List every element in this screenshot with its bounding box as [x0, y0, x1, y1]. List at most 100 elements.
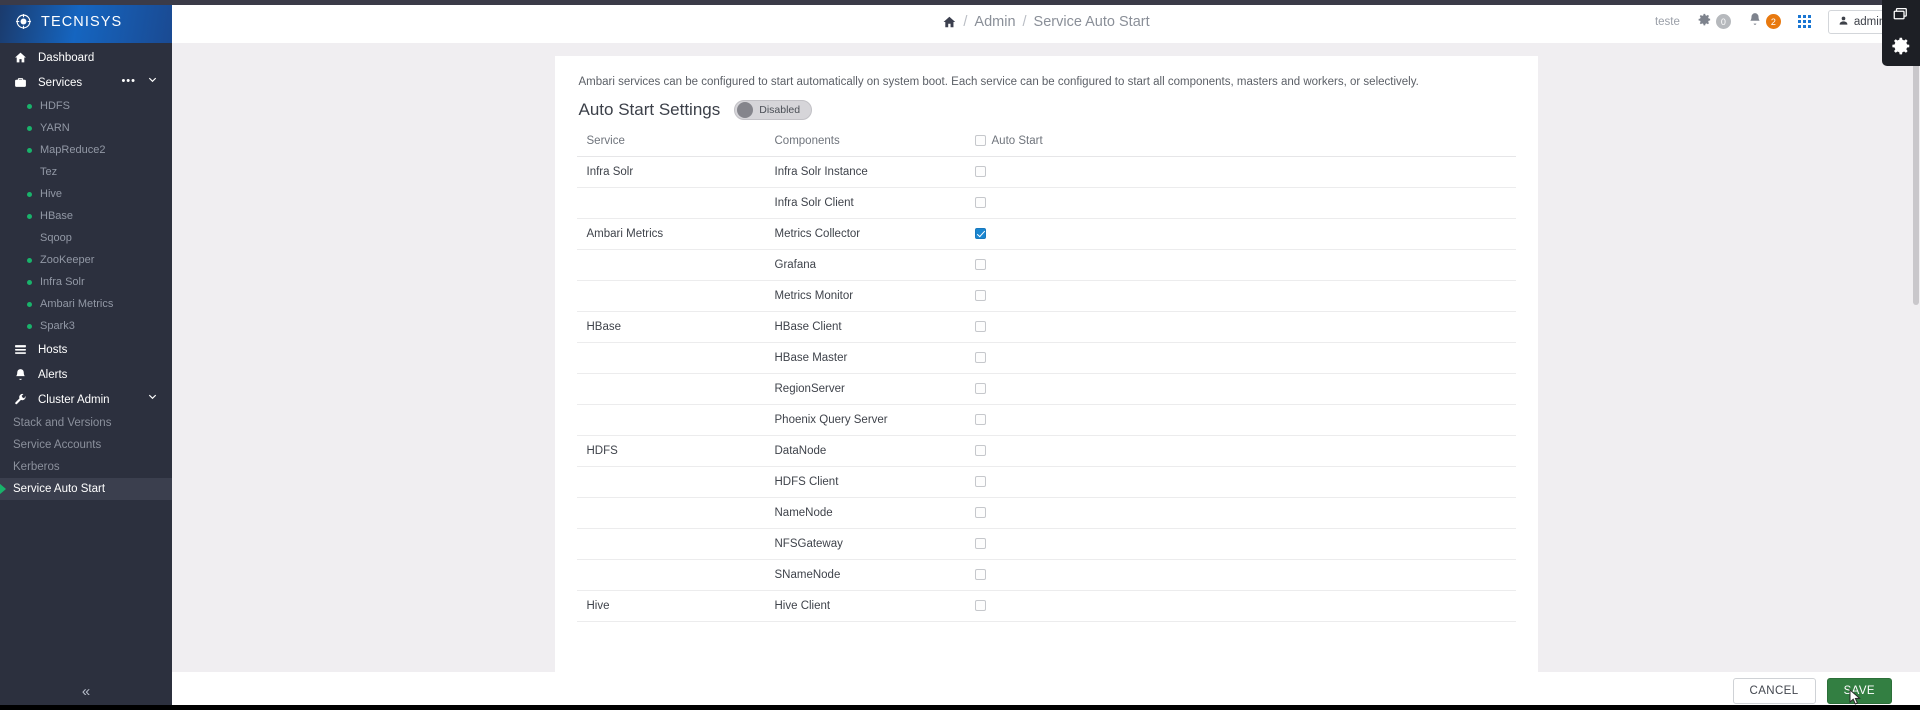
top-header: / Admin / Service Auto Start teste 0 2 a… [172, 0, 1920, 43]
sidebar-item-service-accounts[interactable]: Service Accounts [0, 434, 172, 456]
cell-service [576, 187, 765, 219]
auto-start-checkbox[interactable] [974, 290, 986, 302]
auto-start-checkbox[interactable] [974, 383, 986, 395]
brand-header[interactable]: TECNISYS [0, 0, 172, 43]
table-row: NameNode [576, 497, 1516, 529]
sidebar-service-hive[interactable]: Hive [0, 183, 172, 205]
sidebar-service-yarn[interactable]: YARN [0, 117, 172, 139]
gear-icon[interactable] [1890, 35, 1912, 57]
status-dot-icon [27, 279, 32, 285]
status-dot-icon [27, 103, 32, 109]
sidebar-item-alerts[interactable]: Alerts [0, 362, 172, 387]
window-top-bar [0, 0, 1920, 5]
page-title: Auto Start Settings [578, 100, 721, 119]
column-header-service: Service [576, 131, 765, 157]
sidebar-service-hbase[interactable]: HBase [0, 205, 172, 227]
sidebar-item-service-auto-start[interactable]: Service Auto Start [0, 478, 172, 500]
sidebar-service-zookeeper[interactable]: ZooKeeper [0, 249, 172, 271]
cell-component: NFSGateway [764, 528, 965, 560]
status-dot-icon [27, 257, 32, 263]
toggle-label: Disabled [759, 104, 801, 116]
cell-component: Infra Solr Instance [764, 156, 965, 188]
sidebar-service-hdfs[interactable]: HDFS [0, 95, 172, 117]
cell-auto-start [964, 466, 1395, 498]
content-scrollbar[interactable] [1912, 43, 1920, 672]
breadcrumb-admin[interactable]: Admin [974, 14, 1015, 30]
sidebar-item-services[interactable]: Services ••• [0, 70, 172, 95]
cancel-button[interactable]: CANCEL [1732, 678, 1816, 704]
auto-start-checkbox[interactable] [974, 600, 986, 612]
auto-start-checkbox[interactable] [974, 414, 986, 426]
wrench-icon [13, 393, 27, 407]
cell-service [576, 280, 765, 312]
cell-component: NameNode [764, 497, 965, 529]
sidebar-item-dashboard[interactable]: Dashboard [0, 45, 172, 70]
window-bottom-bar [0, 705, 1920, 710]
chevron-down-icon[interactable] [147, 74, 158, 88]
auto-start-checkbox[interactable] [974, 228, 986, 240]
cell-spacer [1394, 342, 1516, 374]
auto-start-checkbox[interactable] [974, 476, 986, 488]
auto-start-checkbox[interactable] [974, 352, 986, 364]
auto-start-checkbox[interactable] [974, 166, 986, 178]
sidebar-item-label: Dashboard [38, 51, 95, 64]
cell-auto-start [964, 435, 1395, 467]
auto-start-checkbox[interactable] [974, 569, 986, 581]
service-label: MapReduce2 [40, 144, 106, 156]
cell-spacer [1394, 528, 1516, 560]
auto-start-checkbox[interactable] [974, 507, 986, 519]
column-header-auto-start-label: Auto Start [991, 135, 1043, 147]
windows-restore-icon[interactable] [1892, 6, 1910, 24]
table-row: SNameNode [576, 559, 1516, 591]
sidebar-item-kerberos[interactable]: Kerberos [0, 456, 172, 478]
table-body: Infra Solr Infra Solr Instance Infra Sol… [576, 156, 1516, 622]
alerts-button[interactable]: 2 [1748, 12, 1781, 31]
sidebar-item-label: Services [38, 76, 83, 89]
table-header-row: Service Components Auto Start [576, 131, 1516, 157]
auto-start-toggle[interactable]: Disabled [734, 100, 813, 120]
table-row: Hive Hive Client [576, 590, 1516, 622]
grid-apps-icon[interactable] [1797, 15, 1811, 28]
home-icon[interactable] [942, 15, 956, 29]
select-all-checkbox[interactable] [974, 135, 986, 147]
cell-spacer [1394, 404, 1516, 436]
auto-start-checkbox[interactable] [974, 197, 986, 209]
cell-service: HBase [576, 311, 765, 343]
alerts-count: 2 [1765, 14, 1781, 29]
service-label: HDFS [40, 100, 70, 112]
target-logo-icon [14, 13, 32, 31]
auto-start-checkbox[interactable] [974, 321, 986, 333]
service-label: YARN [40, 122, 70, 134]
service-label: HBase [40, 210, 74, 222]
cell-spacer [1394, 187, 1516, 219]
cell-auto-start [964, 404, 1395, 436]
sidebar-item-hosts[interactable]: Hosts [0, 337, 172, 362]
gear-icon [1697, 12, 1712, 32]
application-window: TECNISYS Dashboard Services ••• HDFS YAR… [0, 0, 1920, 710]
sidebar-service-ambari-metrics[interactable]: Ambari Metrics [0, 293, 172, 315]
auto-start-checkbox[interactable] [974, 445, 986, 457]
cell-component: HDFS Client [764, 466, 965, 498]
services-more-icon[interactable]: ••• [121, 75, 136, 87]
cell-service [576, 497, 765, 529]
sidebar-service-mapreduce2[interactable]: MapReduce2 [0, 139, 172, 161]
auto-start-checkbox[interactable] [974, 259, 986, 271]
breadcrumb-service-auto-start[interactable]: Service Auto Start [1034, 14, 1150, 30]
background-operations-button[interactable]: 0 [1697, 12, 1731, 32]
sidebar-item-cluster-admin[interactable]: Cluster Admin [0, 387, 172, 412]
sidebar-service-spark3[interactable]: Spark3 [0, 315, 172, 337]
chevron-down-icon[interactable] [147, 391, 158, 405]
table-row: HBase Master [576, 342, 1516, 374]
sidebar-service-infra-solr[interactable]: Infra Solr [0, 271, 172, 293]
sidebar: TECNISYS Dashboard Services ••• HDFS YAR… [0, 0, 172, 710]
sidebar-item-stack-and-versions[interactable]: Stack and Versions [0, 412, 172, 434]
sidebar-service-tez[interactable]: Tez [0, 161, 172, 183]
cell-service: HDFS [576, 435, 765, 467]
table-row: Infra Solr Infra Solr Instance [576, 156, 1516, 188]
scrollbar-thumb[interactable] [1913, 49, 1919, 305]
sidebar-service-sqoop[interactable]: Sqoop [0, 227, 172, 249]
cell-service [576, 466, 765, 498]
save-button[interactable]: SAVE [1826, 678, 1892, 705]
auto-start-checkbox[interactable] [974, 538, 986, 550]
cluster-admin-submenu: Stack and Versions Service Accounts Kerb… [0, 412, 172, 500]
